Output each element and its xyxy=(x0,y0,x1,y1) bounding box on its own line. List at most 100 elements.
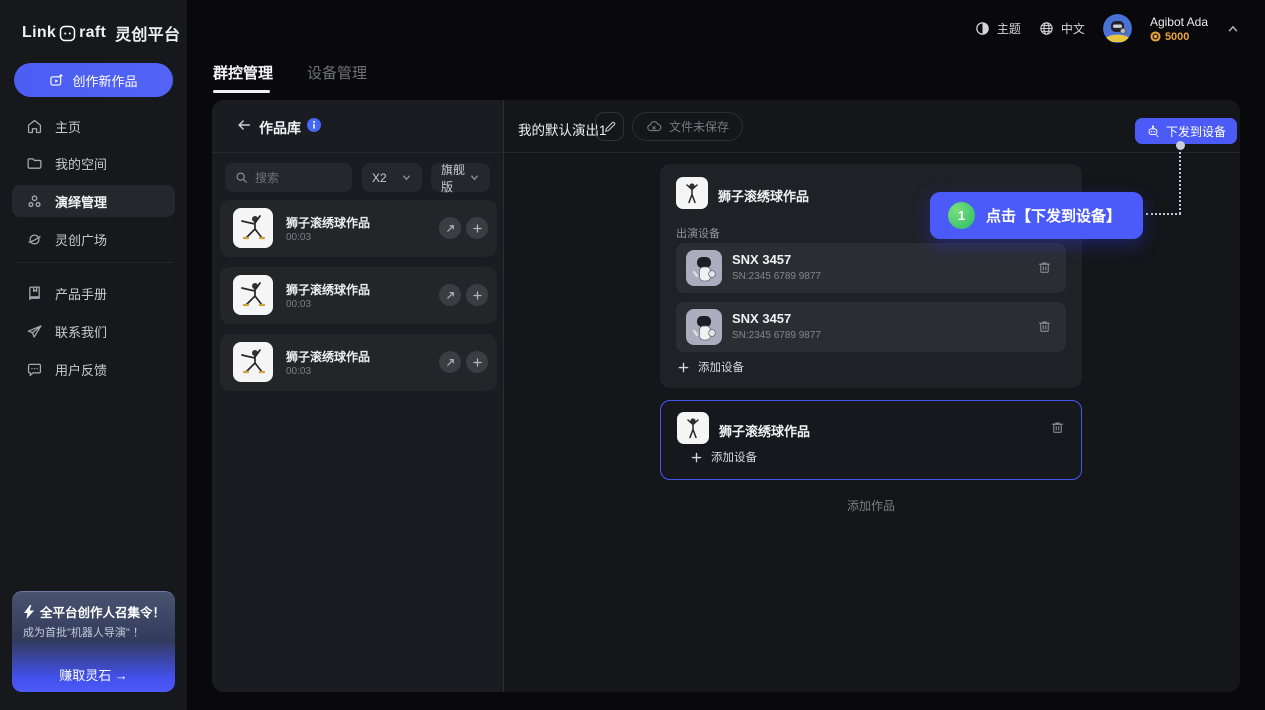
edit-title-button[interactable] xyxy=(595,112,624,141)
library-item[interactable]: 狮子滚绣球作品 00:03 xyxy=(220,267,497,324)
add-to-stage-icon[interactable] xyxy=(466,284,488,306)
topbar-actions: 主题 中文 Agibot Ada xyxy=(975,14,1240,43)
work-title: 狮子滚绣球作品 xyxy=(286,281,370,298)
work-thumbnail xyxy=(233,342,273,382)
trash-icon[interactable] xyxy=(1037,260,1052,275)
promo-subtitle: 成为首批"机器人导演" ！ xyxy=(23,624,144,640)
tab-group-control[interactable]: 群控管理 xyxy=(213,62,273,93)
sidebar-item-label: 演绎管理 xyxy=(55,192,107,211)
main-tabs: 群控管理 设备管理 xyxy=(213,62,367,93)
work-title: 狮子滚绣球作品 xyxy=(286,214,370,231)
edition-filter-dropdown[interactable]: 旗舰版 xyxy=(431,163,490,192)
create-new-work-label: 创作新作品 xyxy=(72,71,137,90)
chevron-down-icon xyxy=(401,172,412,183)
work-title: 狮子滚绣球作品 xyxy=(286,348,370,365)
sidebar-item-label: 产品手册 xyxy=(55,284,107,303)
expand-icon[interactable] xyxy=(439,351,461,373)
sidebar-item-home[interactable]: 主页 xyxy=(12,110,175,142)
deploy-to-device-button[interactable]: 下发到设备 xyxy=(1135,118,1237,144)
app-window: Link raft 灵创平台 创作新作品 xyxy=(0,0,1265,710)
coin-icon xyxy=(1150,31,1161,42)
user-meta: Agibot Ada 5000 xyxy=(1150,15,1208,43)
video-plus-icon xyxy=(49,73,64,88)
back-arrow-icon[interactable] xyxy=(236,117,252,133)
coin-balance: 5000 xyxy=(1150,31,1208,43)
lightning-icon xyxy=(23,605,35,619)
expand-icon[interactable] xyxy=(439,217,461,239)
library-header: 作品库 xyxy=(212,100,503,152)
work-duration: 00:03 xyxy=(286,232,311,243)
creator-promo-card: 全平台创作人召集令！ 成为首批"机器人导演" ！ 赚取灵石 → xyxy=(12,591,175,692)
device-name: SNX 3457 xyxy=(732,311,791,326)
add-device-button[interactable]: 添加设备 xyxy=(691,449,757,465)
connector-line-vertical xyxy=(1179,152,1181,214)
create-new-work-button[interactable]: 创作新作品 xyxy=(14,63,173,97)
library-search[interactable] xyxy=(225,163,352,192)
brand-robot-face-icon xyxy=(59,25,76,42)
language-switcher[interactable]: 中文 xyxy=(1039,20,1085,37)
device-row[interactable]: SNX 3457 SN:2345 6789 9877 xyxy=(676,243,1066,293)
cloud-unsaved-icon xyxy=(646,119,662,135)
work-thumbnail xyxy=(677,412,709,444)
promo-title: 全平台创作人召集令！ xyxy=(23,602,165,621)
plus-icon xyxy=(691,452,702,463)
brand-logo: Link raft 灵创平台 xyxy=(22,21,180,45)
connector-dot xyxy=(1176,141,1185,150)
tab-device-management[interactable]: 设备管理 xyxy=(307,62,367,93)
trash-icon[interactable] xyxy=(1037,319,1052,334)
home-icon xyxy=(26,118,43,135)
work-title: 狮子滚绣球作品 xyxy=(719,421,810,440)
sidebar-item-contact-us[interactable]: 联系我们 xyxy=(12,315,175,347)
collapse-chevron-up-icon[interactable] xyxy=(1226,22,1240,36)
stage-work-card-selected[interactable]: 狮子滚绣球作品 添加设备 xyxy=(660,400,1082,480)
sidebar-item-label: 联系我们 xyxy=(55,322,107,341)
device-serial: SN:2345 6789 9877 xyxy=(732,271,821,282)
device-avatar xyxy=(686,309,722,345)
device-avatar xyxy=(686,250,722,286)
user-avatar[interactable] xyxy=(1103,14,1132,43)
tooltip-text: 点击【下发到设备】 xyxy=(986,192,1121,239)
folder-icon xyxy=(26,155,43,172)
trash-icon[interactable] xyxy=(1050,420,1065,435)
library-title: 作品库 xyxy=(259,118,301,138)
sidebar-item-performance-management[interactable]: 演绎管理 xyxy=(12,185,175,217)
library-item[interactable]: 狮子滚绣球作品 00:03 xyxy=(220,200,497,257)
search-input[interactable] xyxy=(255,171,342,185)
plus-icon xyxy=(678,362,689,373)
save-status-pill: 文件未保存 xyxy=(632,112,743,141)
work-thumbnail xyxy=(233,275,273,315)
chevron-down-icon xyxy=(469,172,480,183)
theme-icon xyxy=(975,21,990,36)
earn-lingshi-button[interactable]: 赚取灵石 → xyxy=(12,656,175,692)
sidebar-item-user-feedback[interactable]: 用户反馈 xyxy=(12,353,175,385)
sidebar-divider xyxy=(14,262,173,263)
brand-logo-pre: Link xyxy=(22,24,56,42)
sidebar-item-label: 我的空间 xyxy=(55,154,107,173)
work-thumbnail xyxy=(676,177,708,209)
add-work-button[interactable]: 添加作品 xyxy=(660,490,1082,520)
add-to-stage-icon[interactable] xyxy=(466,217,488,239)
brand-logo-post: raft xyxy=(79,24,106,42)
library-item[interactable]: 狮子滚绣球作品 00:03 xyxy=(220,334,497,391)
robot-head-icon xyxy=(1146,124,1160,138)
sidebar-item-product-manual[interactable]: 产品手册 xyxy=(12,277,175,309)
info-icon[interactable] xyxy=(307,118,321,132)
device-row[interactable]: SNX 3457 SN:2345 6789 9877 xyxy=(676,302,1066,352)
theme-label: 主题 xyxy=(997,20,1021,37)
expand-icon[interactable] xyxy=(439,284,461,306)
brand-logo-suffix: 灵创平台 xyxy=(115,21,180,45)
work-duration: 00:03 xyxy=(286,299,311,310)
book-icon xyxy=(26,285,43,302)
chat-bubble-icon xyxy=(26,361,43,378)
add-device-button[interactable]: 添加设备 xyxy=(678,359,744,375)
sidebar: Link raft 灵创平台 创作新作品 xyxy=(0,0,187,710)
user-name: Agibot Ada xyxy=(1150,15,1208,29)
add-to-stage-icon[interactable] xyxy=(466,351,488,373)
sidebar-item-lingchuang-square[interactable]: 灵创广场 xyxy=(12,223,175,255)
work-thumbnail xyxy=(233,208,273,248)
deploy-button-label: 下发到设备 xyxy=(1166,123,1226,140)
work-title: 狮子滚绣球作品 xyxy=(718,186,809,205)
theme-toggle[interactable]: 主题 xyxy=(975,20,1021,37)
speed-filter-dropdown[interactable]: X2 xyxy=(362,163,422,192)
sidebar-item-my-space[interactable]: 我的空间 xyxy=(12,147,175,179)
